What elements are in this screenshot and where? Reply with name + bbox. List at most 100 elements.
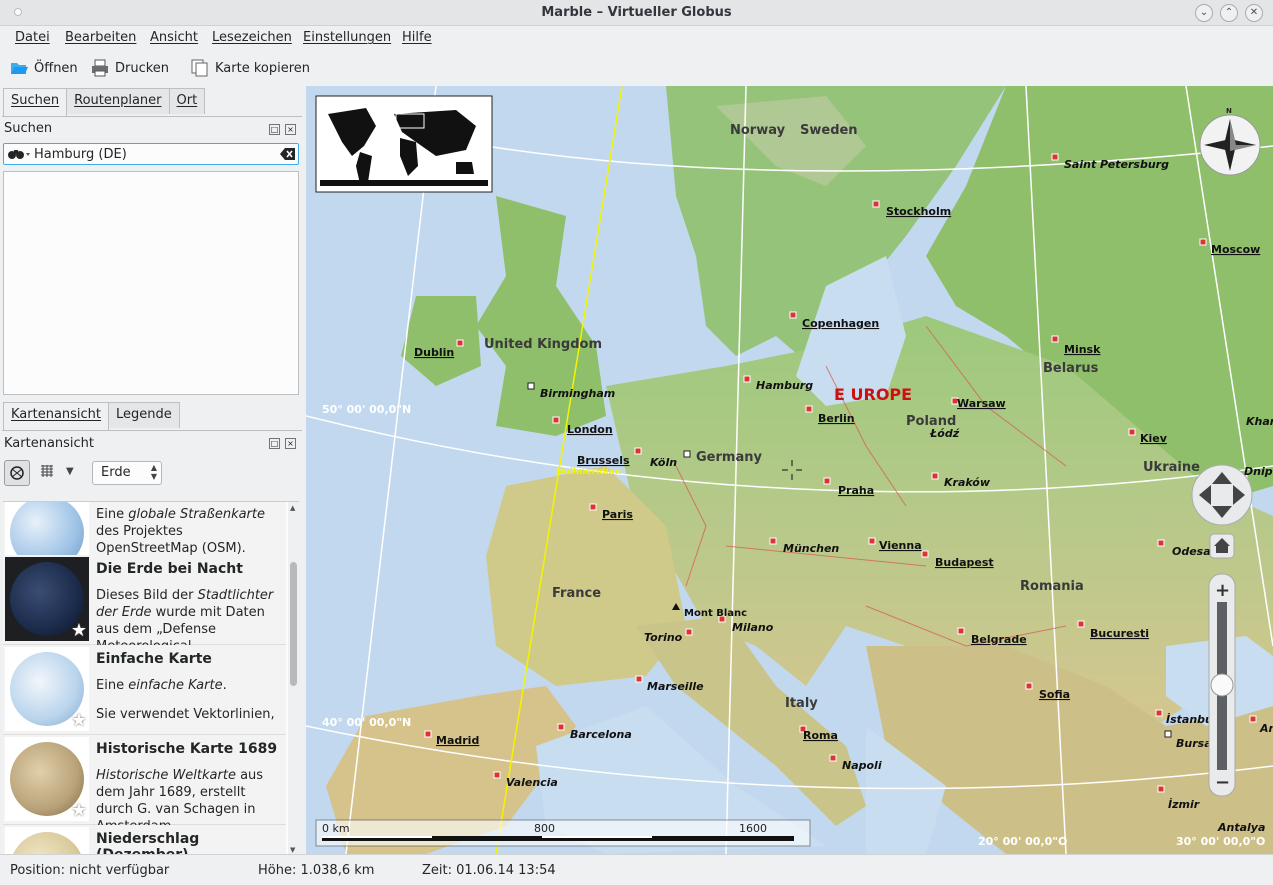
label-napoli[interactable]: Napoli <box>842 759 882 772</box>
label-ankara[interactable]: Ankara <box>1259 722 1273 735</box>
tab-suchen[interactable]: Suchen <box>3 88 68 117</box>
label-izmir[interactable]: İzmir <box>1168 797 1200 811</box>
label-kharkiv[interactable]: Kharkiv <box>1246 415 1273 428</box>
celestial-globe-button[interactable] <box>4 460 30 486</box>
label-belgrade[interactable]: Belgrade <box>971 633 1027 646</box>
label-dublin[interactable]: Dublin <box>414 346 454 359</box>
label-roma[interactable]: Roma <box>803 729 838 742</box>
print-button[interactable]: Drucken <box>90 56 169 80</box>
status-bar: Position: nicht verfügbar Höhe: 1.038,6 … <box>0 854 1273 885</box>
minimize-button[interactable]: ⌄ <box>1195 4 1213 22</box>
coord-label-40n: 40° 00' 00,0"N <box>322 716 411 729</box>
scale-mid-label: 800 <box>534 822 555 835</box>
label-sofia[interactable]: Sofia <box>1039 688 1070 701</box>
favorite-star-icon[interactable]: ★ <box>71 800 87 821</box>
close-button[interactable]: ✕ <box>1245 4 1263 22</box>
zoom-out-icon[interactable]: − <box>1215 772 1230 793</box>
zoom-in-icon[interactable]: + <box>1215 580 1230 601</box>
favorite-star-icon[interactable]: ★ <box>71 710 87 731</box>
theme-item-night[interactable]: ★ Die Erde bei Nacht Dieses Bild der Sta… <box>3 555 286 654</box>
label-odesa[interactable]: Odesa <box>1172 545 1211 558</box>
search-input[interactable]: Hamburg (DE) <box>3 143 299 165</box>
clear-search-icon[interactable] <box>280 147 296 165</box>
tab-kartenansicht[interactable]: Kartenansicht <box>3 402 110 431</box>
celestial-body-select[interactable]: Erde ▲ ▼ <box>92 461 162 485</box>
menu-ansicht[interactable]: Ansicht <box>150 30 198 45</box>
grid-view-icon[interactable] <box>41 465 53 481</box>
menu-datei[interactable]: Datei <box>15 30 50 45</box>
theme-list-scrollbar[interactable]: ▲ ▼ <box>288 502 299 855</box>
label-london[interactable]: London <box>567 423 613 436</box>
label-madrid[interactable]: Madrid <box>436 734 479 747</box>
label-minsk[interactable]: Minsk <box>1064 343 1101 356</box>
close-dock-button[interactable]: × <box>285 438 296 449</box>
map-theme-list[interactable]: ★ Eine globale Straßenkarte des Projekte… <box>3 501 299 855</box>
theme-item-historic[interactable]: ★ Historische Karte 1689 Historische Wel… <box>3 735 286 834</box>
open-button[interactable]: Öffnen <box>9 56 78 80</box>
theme-item-precipitation[interactable]: Niederschlag (Dezember) <box>3 825 286 855</box>
label-hamburg[interactable]: Hamburg <box>756 379 813 392</box>
menu-lesezeichen[interactable]: Lesezeichen <box>212 30 292 45</box>
tab-legende[interactable]: Legende <box>108 402 180 428</box>
dropdown-arrow-icon[interactable]: ▼ <box>66 466 74 477</box>
scale-bar: 0 km 800 1600 <box>315 819 811 847</box>
tab-ort[interactable]: Ort <box>168 88 206 114</box>
label-copenhagen[interactable]: Copenhagen <box>802 317 879 330</box>
label-praha[interactable]: Praha <box>838 484 874 497</box>
label-warsaw[interactable]: Warsaw <box>957 397 1006 410</box>
label-vienna[interactable]: Vienna <box>879 539 922 552</box>
label-kiev[interactable]: Kiev <box>1140 432 1168 445</box>
label-paris[interactable]: Paris <box>602 508 633 521</box>
binoculars-icon[interactable] <box>7 147 31 165</box>
label-muenchen[interactable]: München <box>783 542 839 555</box>
theme-thumbnail: ★ <box>5 647 89 731</box>
label-marseille[interactable]: Marseille <box>647 680 704 693</box>
label-birmingham[interactable]: Birmingham <box>540 387 615 400</box>
copy-map-button[interactable]: Karte kopieren <box>190 56 310 80</box>
printer-icon <box>90 58 110 78</box>
map-canvas[interactable]: Norway Sweden United Kingdom Germany Bel… <box>306 86 1273 854</box>
label-lodz[interactable]: Łódź <box>929 427 960 440</box>
toolbar: Öffnen Drucken Karte kopieren <box>0 50 1273 86</box>
label-stockholm[interactable]: Stockholm <box>886 205 951 218</box>
search-results-list[interactable] <box>3 171 299 395</box>
label-berlin[interactable]: Berlin <box>818 412 855 425</box>
favorite-star-icon[interactable]: ★ <box>71 620 87 641</box>
label-valencia[interactable]: Valencia <box>506 776 558 789</box>
tab-routenplaner[interactable]: Routenplaner <box>66 88 170 114</box>
overview-map[interactable] <box>315 95 493 193</box>
label-milano[interactable]: Milano <box>732 621 774 634</box>
coord-label-50n: 50° 00' 00,0"N <box>322 403 411 416</box>
menu-hilfe[interactable]: Hilfe <box>402 30 432 45</box>
menu-einstellungen[interactable]: Einstellungen <box>303 30 391 45</box>
navigation-pad[interactable] <box>1191 464 1253 526</box>
label-torino[interactable]: Torino <box>644 631 683 644</box>
home-button[interactable] <box>1209 533 1235 559</box>
menu-bearbeiten[interactable]: Bearbeiten <box>65 30 136 45</box>
label-brussels[interactable]: Brussels <box>577 454 630 467</box>
status-position: Position: nicht verfügbar <box>10 863 170 878</box>
label-krakow[interactable]: Kraków <box>944 476 991 489</box>
zoom-handle[interactable] <box>1210 673 1234 697</box>
label-moscow[interactable]: Moscow <box>1211 243 1260 256</box>
float-dock-button[interactable]: □ <box>269 124 280 135</box>
label-dnipro[interactable]: Dnipro <box>1244 465 1273 478</box>
menu-bar: Datei Bearbeiten Ansicht Lesezeichen Ein… <box>0 26 1273 50</box>
theme-item-simple[interactable]: ★ Einfache Karte Eine einfache Karte. Si… <box>3 645 286 735</box>
zoom-slider[interactable]: + − <box>1208 573 1236 797</box>
map-view[interactable]: Norway Sweden United Kingdom Germany Bel… <box>306 86 1273 854</box>
label-bursa[interactable]: Bursa <box>1176 737 1212 750</box>
label-budapest[interactable]: Budapest <box>935 556 994 569</box>
label-koeln[interactable]: Köln <box>650 456 677 469</box>
scrollbar-thumb[interactable] <box>290 562 297 686</box>
close-dock-button[interactable]: × <box>285 124 296 135</box>
float-dock-button[interactable]: □ <box>269 438 280 449</box>
label-bucuresti[interactable]: Bucuresti <box>1090 627 1149 640</box>
theme-description: Eine einfache Karte. <box>96 678 227 693</box>
label-saint-petersburg[interactable]: Saint Petersburg <box>1064 158 1169 171</box>
label-antalya[interactable]: Antalya <box>1217 821 1265 834</box>
label-barcelona[interactable]: Barcelona <box>570 728 632 741</box>
maximize-button[interactable]: ⌃ <box>1220 4 1238 22</box>
label-mont-blanc[interactable]: Mont Blanc <box>684 608 747 619</box>
coord-label-30o: 30° 00' 00,0"O <box>1176 835 1265 848</box>
